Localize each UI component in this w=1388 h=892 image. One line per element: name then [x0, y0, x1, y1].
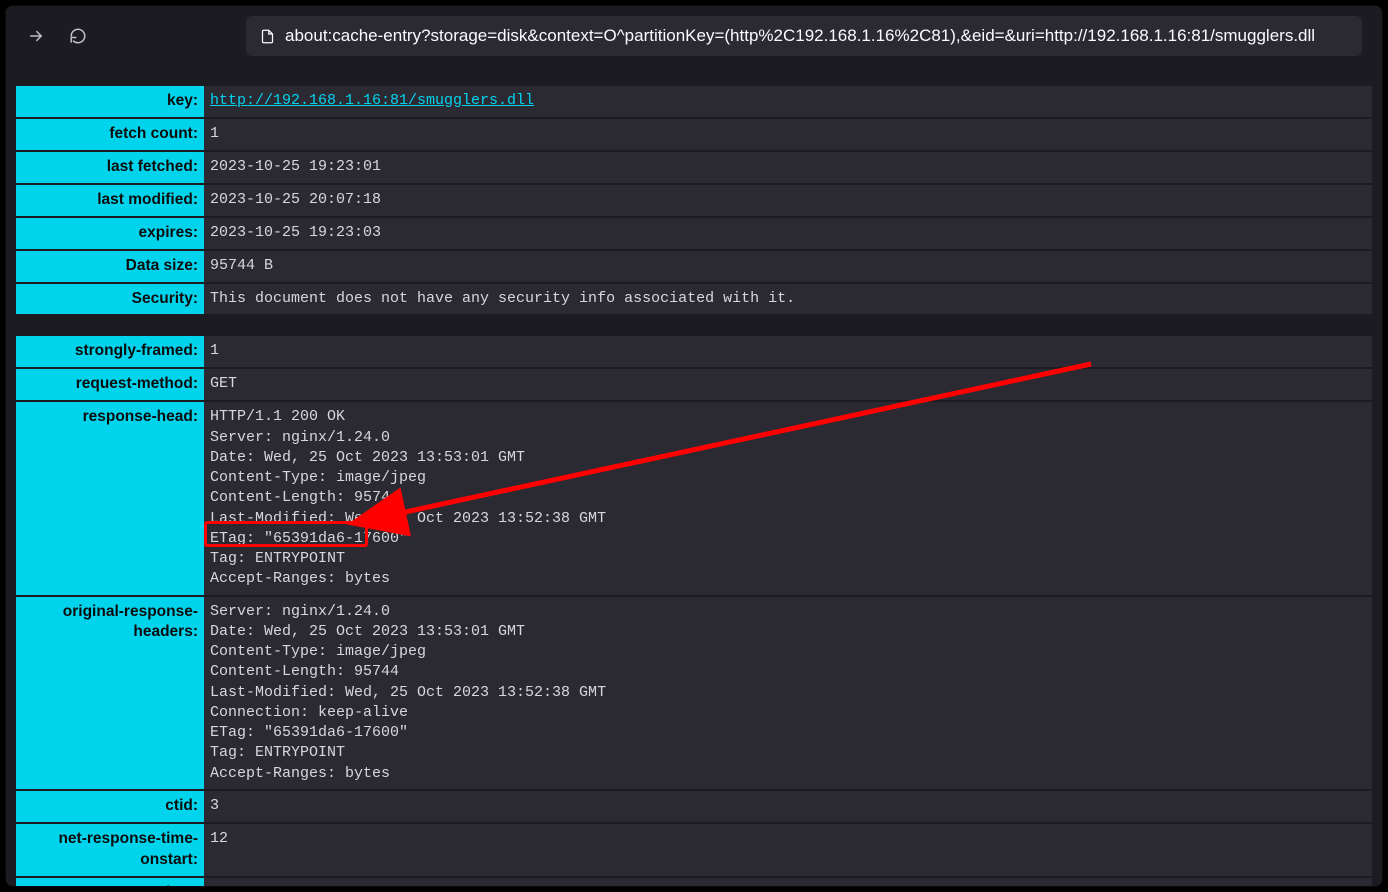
row-value: Server: nginx/1.24.0 Date: Wed, 25 Oct 2… [204, 597, 1372, 789]
table-row: request-method:GET [16, 369, 1372, 400]
row-label: last fetched: [16, 152, 204, 183]
browser-toolbar: about:cache-entry?storage=disk&context=O… [6, 6, 1382, 66]
table-row: last modified:2023-10-25 20:07:18 [16, 185, 1372, 216]
table-row: original-response-headers:Server: nginx/… [16, 597, 1372, 789]
table-row: Data size:95744 B [16, 251, 1372, 282]
table-row: fetch count:1 [16, 119, 1372, 150]
row-label: request-method: [16, 369, 204, 400]
row-label: fetch count: [16, 119, 204, 150]
row-label: original-response-headers: [16, 597, 204, 789]
address-text: about:cache-entry?storage=disk&context=O… [285, 26, 1315, 46]
row-label: strongly-framed: [16, 336, 204, 367]
page-content: key: http://192.168.1.16:81/smugglers.dll… [6, 66, 1382, 887]
table-row: net-response-time-onstop:17 [16, 878, 1372, 887]
row-value: 12 [204, 824, 1372, 876]
row-label: expires: [16, 218, 204, 249]
browser-window: about:cache-entry?storage=disk&context=O… [5, 5, 1383, 887]
row-value: 2023-10-25 19:23:03 [204, 218, 1372, 249]
table-row: key: http://192.168.1.16:81/smugglers.dll [16, 86, 1372, 117]
table-row: expires:2023-10-25 19:23:03 [16, 218, 1372, 249]
row-label: ctid: [16, 791, 204, 822]
reload-icon[interactable] [64, 22, 92, 50]
table-row: response-head:HTTP/1.1 200 OK Server: ng… [16, 402, 1372, 594]
row-label: last modified: [16, 185, 204, 216]
row-value: 95744 B [204, 251, 1372, 282]
cache-table: key: http://192.168.1.16:81/smugglers.dll… [16, 84, 1372, 887]
row-value: 17 [204, 878, 1372, 887]
row-label: net-response-time-onstop: [16, 878, 204, 887]
row-label: key: [16, 86, 204, 117]
row-value: GET [204, 369, 1372, 400]
row-value: This document does not have any security… [204, 284, 1372, 315]
row-label: Security: [16, 284, 204, 315]
table-row: last fetched:2023-10-25 19:23:01 [16, 152, 1372, 183]
table-row: Security:This document does not have any… [16, 284, 1372, 315]
key-link[interactable]: http://192.168.1.16:81/smugglers.dll [210, 92, 534, 109]
table-row: ctid:3 [16, 791, 1372, 822]
table-row: strongly-framed:1 [16, 336, 1372, 367]
page-icon [260, 28, 275, 45]
row-value: http://192.168.1.16:81/smugglers.dll [204, 86, 1372, 117]
row-value: 3 [204, 791, 1372, 822]
row-value: 1 [204, 336, 1372, 367]
row-value: 2023-10-25 20:07:18 [204, 185, 1372, 216]
row-label: Data size: [16, 251, 204, 282]
forward-icon[interactable] [22, 22, 50, 50]
row-value: 2023-10-25 19:23:01 [204, 152, 1372, 183]
row-label: response-head: [16, 402, 204, 594]
table-row: net-response-time-onstart:12 [16, 824, 1372, 876]
row-value: HTTP/1.1 200 OK Server: nginx/1.24.0 Dat… [204, 402, 1372, 594]
row-label: net-response-time-onstart: [16, 824, 204, 876]
address-bar[interactable]: about:cache-entry?storage=disk&context=O… [246, 16, 1362, 56]
row-value: 1 [204, 119, 1372, 150]
